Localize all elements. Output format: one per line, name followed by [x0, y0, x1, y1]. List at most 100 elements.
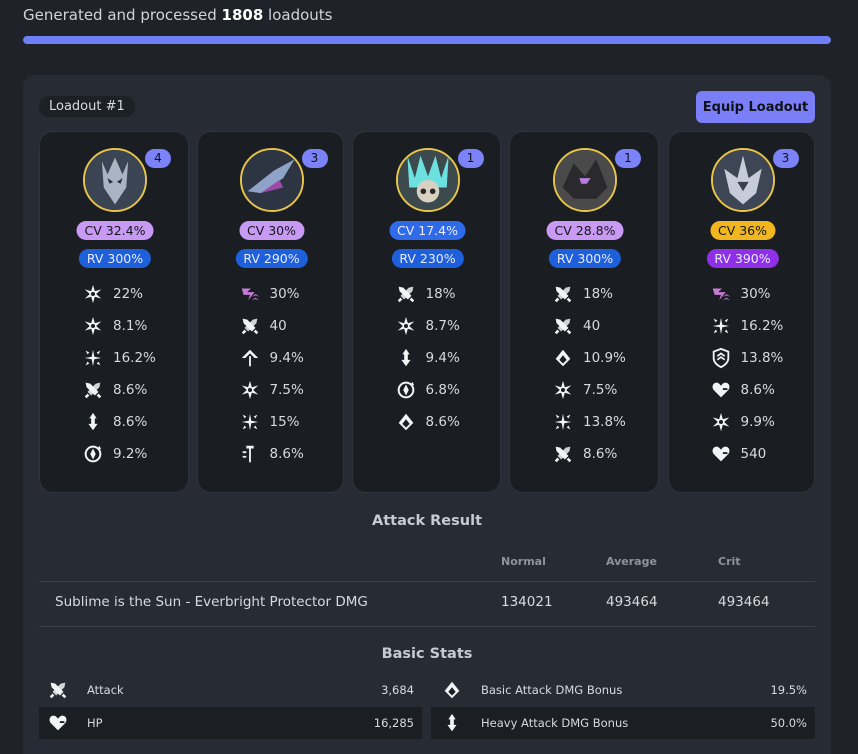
basic-stat-label: HP [87, 716, 103, 730]
divider [39, 581, 815, 582]
col-average: Average [606, 555, 657, 568]
substat-value: 9.2% [113, 446, 148, 462]
rv-pill: RV 390% [706, 249, 779, 268]
substat-value: 8.6% [425, 414, 460, 430]
cv-pill: CV 17.4% [389, 221, 466, 240]
attack-result-title: Attack Result [371, 513, 482, 529]
attack-icon [554, 286, 572, 303]
echo-substat: 8.6% [82, 380, 147, 400]
echo-card[interactable]: 1 CV 17.4% RV 230% 18% 8.7% 9.4% 6.8% 8.6% [352, 131, 501, 493]
basic-stats-title: Basic Stats [381, 646, 473, 662]
echo-card[interactable]: 1 CV 28.8% RV 300% 18% 40 10.9% 7.5% 13.8% 8.6% [509, 131, 659, 493]
echo-count-badge: 4 [145, 149, 171, 168]
echo-card[interactable]: 4 CV 32.4% RV 300% 22% 8.1% 16.2% 8.6% 8.6% 9.2% [39, 131, 189, 493]
crit-rate-icon [241, 380, 258, 400]
substat-value: 40 [269, 318, 287, 334]
hp-icon [49, 715, 67, 731]
echo-card[interactable]: 3 CV 36% RV 390% 30% 16.2% 13.8% 8.6% 9.9% 540 [668, 131, 815, 493]
basic-stat-value: 19.5% [770, 683, 807, 697]
attack-icon [84, 382, 102, 399]
echo-substat: 540 [710, 444, 767, 464]
echo-substat: 40 [239, 316, 287, 336]
heavy-attack-icon [447, 713, 457, 732]
substat-value: 9.9% [740, 414, 775, 430]
substat-value: 7.5% [269, 382, 304, 398]
echo-substat: 13.8% [710, 347, 784, 369]
echo-avatar [395, 148, 460, 212]
substat-value: 16.2% [113, 350, 156, 366]
attack-icon [554, 318, 572, 335]
generated-prefix: Generated and processed [23, 6, 217, 24]
crit-rate-icon [554, 380, 572, 400]
echo-substat: 9.9% [710, 412, 775, 432]
rv-pill: RV 300% [548, 249, 622, 268]
progress-fill [23, 36, 831, 44]
attack-icon [49, 682, 67, 699]
echo-substat: 10.9% [552, 348, 626, 368]
basic-attack-icon [444, 681, 460, 699]
echo-count-badge: 1 [615, 149, 641, 168]
basic-attack-icon [398, 413, 413, 431]
basic-stat-label: Heavy Attack DMG Bonus [481, 716, 629, 730]
echo-avatar [710, 148, 775, 212]
basic-stat-label: Attack [87, 683, 124, 697]
echo-substat: 18% [395, 284, 456, 304]
echo-substat: 9.4% [395, 348, 460, 368]
echo-substat: 13.8% [552, 412, 626, 432]
echo-substat: 8.6% [239, 444, 304, 464]
substat-value: 18% [583, 286, 614, 302]
crit-dmg-icon [712, 317, 729, 335]
substat-value: 8.6% [583, 446, 618, 462]
attack-icon [241, 318, 258, 335]
cv-pill: CV 28.8% [546, 221, 624, 240]
substat-value: 8.1% [113, 318, 148, 334]
liberation-icon [241, 349, 258, 367]
crit-rate-icon [84, 284, 102, 304]
substat-value: 40 [583, 318, 601, 334]
hp-icon [712, 446, 729, 462]
echo-substat: 7.5% [239, 380, 304, 400]
skill-icon [242, 445, 254, 463]
generated-suffix: loadouts [268, 6, 333, 24]
cv-pill: CV 30% [238, 221, 305, 240]
echo-avatar [83, 148, 147, 212]
basic-stat-row: Basic Attack DMG Bonus 19.5% [431, 674, 815, 706]
crit-rate-icon [712, 412, 729, 432]
substat-value: 30% [269, 286, 300, 302]
basic-stat-row: HP 16,285 [39, 707, 422, 739]
substat-value: 540 [740, 446, 767, 462]
rv-pill: RV 300% [78, 249, 152, 268]
attack-icon [554, 446, 572, 463]
cv-pill: CV 36% [709, 221, 776, 240]
substat-value: 13.8% [740, 350, 784, 366]
echo-substat: 40 [552, 316, 600, 336]
basic-stat-value: 50.0% [770, 716, 807, 730]
substat-value: 15% [269, 414, 300, 430]
basic-stat-row: Attack 3,684 [39, 674, 422, 706]
basic-stat-row: Heavy Attack DMG Bonus 50.0% [431, 707, 815, 739]
echo-count-badge: 3 [301, 149, 328, 168]
attack-icon [397, 286, 414, 303]
substat-value: 16.2% [740, 318, 784, 334]
energy-regen-icon [84, 445, 102, 463]
generated-status: Generated and processed 1808 loadouts [23, 6, 333, 24]
basic-stat-value: 16,285 [373, 716, 414, 730]
generated-count: 1808 [221, 6, 264, 24]
crit-dmg-icon [241, 413, 258, 431]
substat-value: 8.6% [113, 414, 148, 430]
crit-rate-icon [397, 316, 414, 336]
result-normal: 134021 [501, 594, 553, 610]
equip-loadout-button[interactable]: Equip Loadout [696, 91, 815, 123]
energy-regen-icon [397, 381, 414, 399]
havoc-dmg-icon [241, 288, 259, 301]
echo-avatar [239, 148, 304, 212]
heavy-attack-icon [400, 348, 411, 367]
echo-substat: 8.6% [82, 412, 147, 432]
loadout-tag: Loadout #1 [39, 96, 135, 117]
echo-card[interactable]: 3 CV 30% RV 290% 30% 40 9.4% 7.5% 15% 8.6% [197, 131, 344, 493]
crit-rate-icon [84, 316, 102, 336]
echo-substat: 22% [82, 284, 143, 304]
echo-substat: 8.6% [552, 444, 617, 464]
divider [39, 626, 815, 627]
substat-value: 8.6% [740, 382, 775, 398]
